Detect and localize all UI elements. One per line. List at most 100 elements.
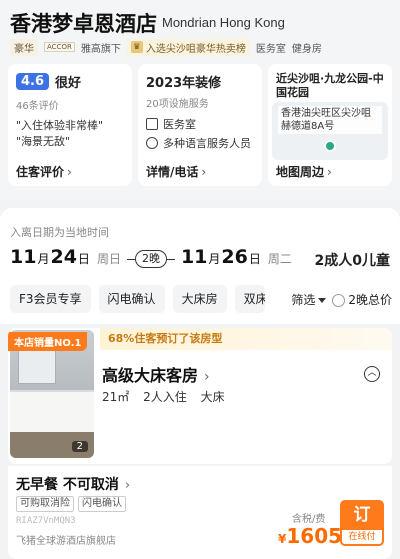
month-unit: 月 xyxy=(208,252,221,266)
location-card[interactable]: 近尖沙咀·九龙公园-中国花园 香港油尖旺区尖沙咀赫德道8A号 地图周边 › xyxy=(268,64,392,186)
map-pin-icon xyxy=(324,140,336,152)
map-link-label: 地图周边 xyxy=(276,165,325,179)
nights-indicator: 2晚 xyxy=(126,250,175,268)
book-label: 订 xyxy=(353,505,371,525)
radio-icon xyxy=(332,293,346,307)
rate-title[interactable]: 无早餐 不可取消 › xyxy=(16,474,130,494)
details-link[interactable]: 详情/电话 › xyxy=(146,163,206,180)
filter-controls: 筛选 2晚总价 xyxy=(283,284,392,314)
divider xyxy=(166,258,175,260)
total-price-label: 2晚总价 xyxy=(348,292,392,307)
month-unit: 月 xyxy=(37,252,50,266)
review-count: 46条评价 xyxy=(16,101,59,112)
facility-label: 医务室 xyxy=(163,118,196,131)
photo-bed xyxy=(10,392,94,432)
info-card[interactable]: 2023年装修 20项设施服务 医务室 多种语言服务人员 详情/电话 › xyxy=(138,64,262,186)
reviews-link-label: 住客评价 xyxy=(16,165,65,179)
reviews-link[interactable]: 住客评价 › xyxy=(16,163,72,180)
location-title: 近尖沙咀·九龙公园-中国花园 xyxy=(276,72,384,99)
nights-count: 2晚 xyxy=(134,250,167,268)
score-row: 4.6 很好 xyxy=(16,72,124,91)
tax-label: 含税/费 xyxy=(292,514,326,525)
rate-code: RIAZ7VnMQN3 xyxy=(16,516,76,526)
rate-shop: 飞猪全球游酒店旗舰店 xyxy=(16,536,116,547)
room-list: 2 本店销量NO.1 68%住客预订了该房型 高级大床客房 › 21㎡ 2人入住 … xyxy=(0,324,400,559)
room-bed: 大床 xyxy=(200,390,225,404)
filter-chip-twin[interactable]: 双床 xyxy=(234,285,265,313)
filter-chip-king[interactable]: 大床房 xyxy=(172,285,227,313)
checkin-month: 11 xyxy=(10,246,37,268)
checkin-date: 24 xyxy=(50,246,77,268)
award-tag[interactable]: ♛ 入选尖沙咀豪华热卖榜 xyxy=(126,38,250,56)
date-notice: 入离日期为当地时间 xyxy=(10,226,109,239)
details-link-label: 详情/电话 xyxy=(146,165,199,179)
checkout-date: 26 xyxy=(221,246,248,268)
promo-banner: 68%住客预订了该房型 xyxy=(100,328,392,350)
facilities-count: 20项设施服务 xyxy=(146,99,209,110)
price-amount: 1605 xyxy=(286,524,343,548)
hotel-name: 香港梦卓恩酒店 xyxy=(10,12,157,36)
room-name[interactable]: 高级大床客房 › xyxy=(102,362,210,386)
map-link[interactable]: 地图周边 › xyxy=(276,163,332,180)
guest-selector[interactable]: 2成人0儿童 xyxy=(315,250,390,270)
rate-title-label: 无早餐 不可取消 xyxy=(16,477,119,493)
room-area: 21㎡ xyxy=(102,390,130,404)
chevron-right-icon: › xyxy=(204,369,210,385)
room-specs: 21㎡ 2人入住 大床 xyxy=(102,388,235,405)
day-unit: 日 xyxy=(248,252,261,266)
hotel-tags: 豪华 ACCOR 雅高旗下 ♛ 入选尖沙咀豪华热卖榜 医务室 健身房 xyxy=(10,38,322,56)
filter-chip-instant[interactable]: 闪电确认 xyxy=(98,285,165,313)
brand-logo: ACCOR xyxy=(44,42,75,52)
booking-panel: 入离日期为当地时间 11 月 24 日 周日 2晚 11 月 26 日 周二 2… xyxy=(0,208,400,324)
total-price-toggle[interactable]: 2晚总价 xyxy=(332,291,392,308)
rate-tag: 可购取消险 xyxy=(16,496,74,512)
chevron-right-icon: › xyxy=(201,165,207,179)
trophy-icon: ♛ xyxy=(130,41,143,53)
divider xyxy=(126,258,135,260)
hotel-header: 香港梦卓恩酒店 Mondrian Hong Kong 豪华 ACCOR 雅高旗下… xyxy=(0,0,400,200)
facility-tag: 医务室 xyxy=(255,43,286,55)
facility-tag: 健身房 xyxy=(291,43,322,55)
review-card[interactable]: 4.6 很好 46条评价 "入住体验非常棒" "海景无敌" 住客评价 › xyxy=(8,64,132,186)
book-button[interactable]: 订 在线付 xyxy=(340,500,384,546)
pay-label: 在线付 xyxy=(342,530,382,544)
filter-chip-member[interactable]: F3会员专享 xyxy=(10,285,91,313)
room-occupancy: 2人入住 xyxy=(143,390,187,404)
language-icon xyxy=(146,137,158,149)
medical-icon xyxy=(146,118,158,130)
filter-chips: F3会员专享 闪电确认 大床房 双床 xyxy=(10,284,265,314)
photo-count: 2 xyxy=(71,441,88,452)
chevron-right-icon: › xyxy=(327,165,332,179)
facility-item: 医务室 xyxy=(146,116,254,132)
checkin-weekday: 周日 xyxy=(96,252,121,266)
renovation-year: 2023年装修 xyxy=(146,76,222,91)
rate-plan[interactable]: 无早餐 不可取消 › 可购取消险 闪电确认 RIAZ7VnMQN3 飞猪全球游酒店… xyxy=(8,466,392,559)
room-name-label: 高级大床客房 xyxy=(102,366,199,385)
map-thumbnail[interactable]: 香港油尖旺区尖沙咀赫德道8A号 xyxy=(272,102,388,160)
filter-button[interactable]: 筛选 xyxy=(291,291,327,308)
brand-tag: 雅高旗下 xyxy=(80,43,121,55)
rate-tags: 可购取消险 闪电确认 xyxy=(16,496,126,512)
award-text: 入选尖沙咀豪华热卖榜 xyxy=(145,43,246,55)
room-card[interactable]: 2 本店销量NO.1 68%住客预订了该房型 高级大床客房 › 21㎡ 2人入住 … xyxy=(8,328,392,464)
chevron-right-icon: › xyxy=(124,478,131,493)
map-address: 香港油尖旺区尖沙咀赫德道8A号 xyxy=(278,106,382,134)
price: ¥1605 xyxy=(278,524,342,548)
filter-label: 筛选 xyxy=(291,292,316,307)
chevron-right-icon: › xyxy=(67,165,72,179)
facility-label: 多种语言服务人员 xyxy=(163,137,251,150)
chevron-up-icon[interactable]: ︿ xyxy=(364,366,380,382)
review-quote: "入住体验非常棒" xyxy=(16,119,104,132)
rate-tag: 闪电确认 xyxy=(78,496,126,512)
review-quote: "海景无敌" xyxy=(16,135,71,148)
day-unit: 日 xyxy=(77,252,90,266)
checkout-weekday: 周二 xyxy=(267,252,292,266)
hotel-name-en: Mondrian Hong Kong xyxy=(162,15,285,30)
sales-badge: 本店销量NO.1 xyxy=(8,332,88,351)
score-badge: 4.6 xyxy=(16,73,50,90)
checkout-month: 11 xyxy=(180,246,208,268)
level-tag: 豪华 xyxy=(10,38,38,56)
rating-text: 很好 xyxy=(55,76,82,91)
facility-item: 多种语言服务人员 xyxy=(146,135,254,151)
caret-down-icon xyxy=(318,297,327,303)
